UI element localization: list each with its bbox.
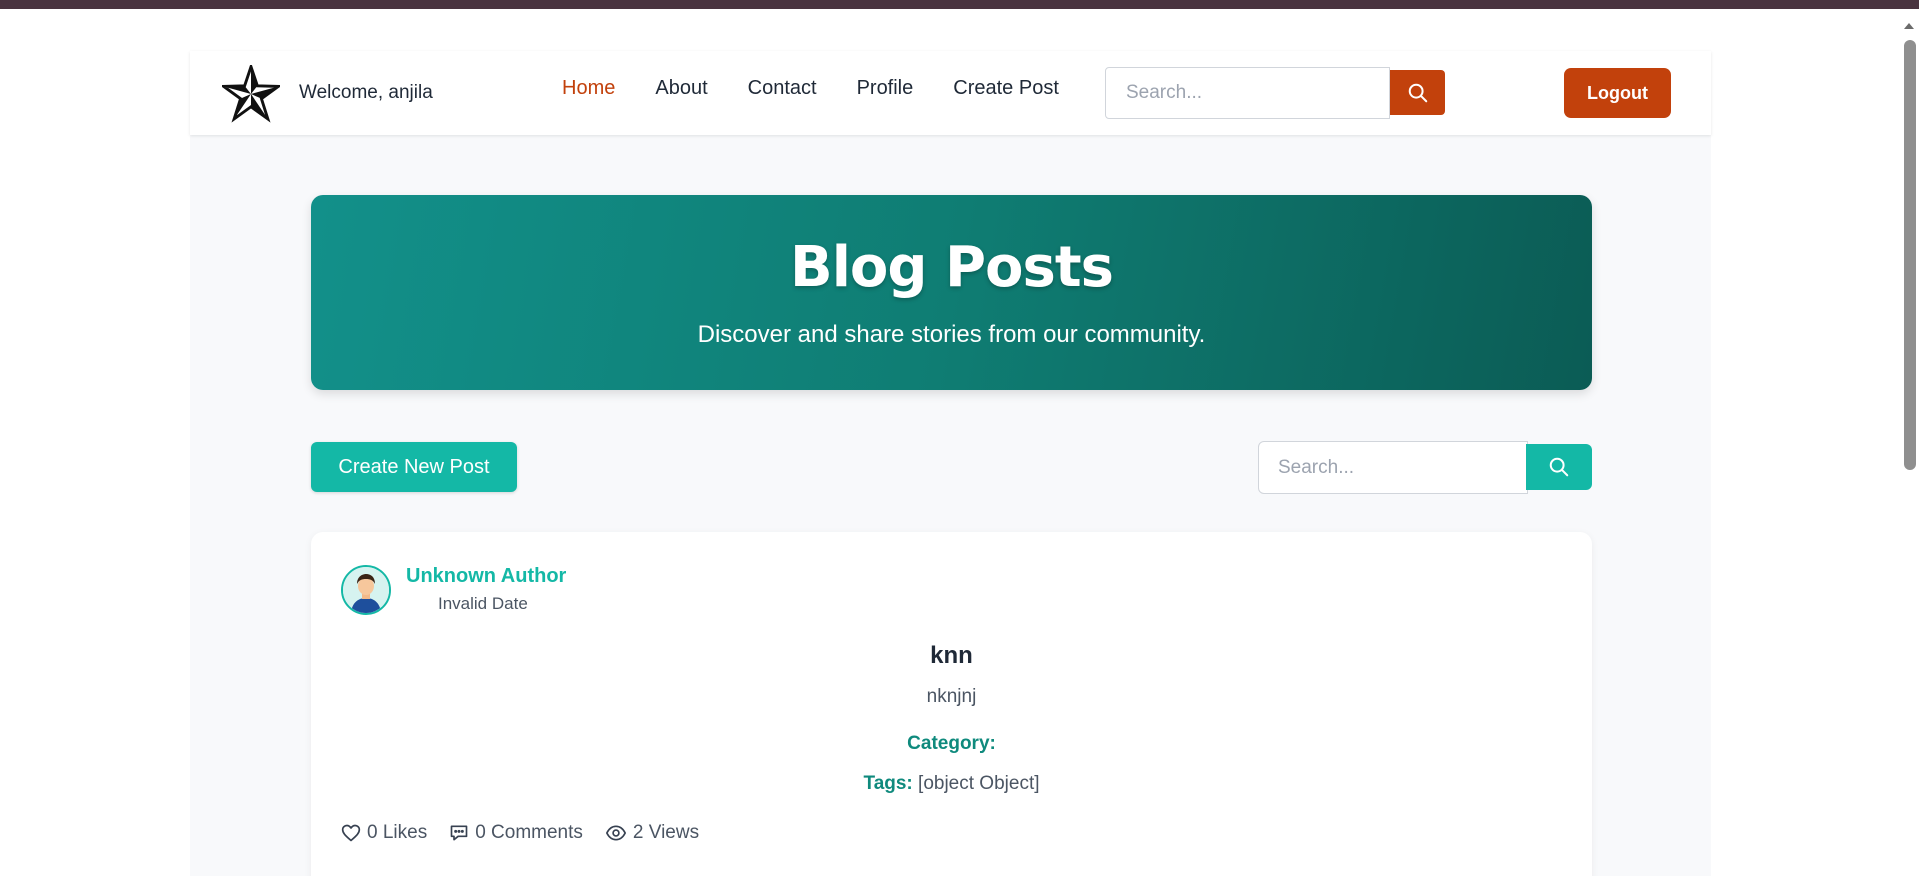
eye-icon [605, 825, 626, 841]
nav-search-button[interactable] [1390, 70, 1445, 115]
views-indicator: 2 Views [605, 822, 699, 844]
nav-search-input[interactable] [1105, 67, 1390, 119]
nav-link-home[interactable]: Home [562, 73, 615, 103]
hero-title: Blog Posts [790, 235, 1114, 300]
logout-button[interactable]: Logout [1564, 68, 1671, 118]
views-count: 2 Views [632, 822, 700, 843]
post-content: nknjnj [926, 686, 977, 707]
comments-count: 0 Comments [475, 822, 583, 843]
nav-link-about[interactable]: About [655, 73, 707, 103]
page: Welcome, anjila Home About Contact Profi… [190, 51, 1711, 876]
search-icon [1408, 83, 1427, 102]
post-tags: Tags: [object Object] [311, 773, 1592, 795]
create-new-post-button[interactable]: Create New Post [311, 442, 517, 492]
like-button[interactable]: 0 Likes [341, 822, 427, 844]
hero-subtitle: Discover and share stories from our comm… [697, 321, 1206, 348]
comments-button[interactable]: 0 Comments [449, 822, 583, 844]
heart-icon [341, 824, 361, 842]
navbar: Welcome, anjila Home About Contact Profi… [190, 51, 1711, 135]
post-category: Category: [311, 733, 1592, 755]
nav-link-profile[interactable]: Profile [857, 73, 914, 103]
nav-link-contact[interactable]: Contact [748, 73, 817, 103]
comment-icon [450, 825, 468, 841]
post-card: Unknown Author Invalid Date knn nknjnj C… [311, 532, 1592, 876]
tags-value: [object Object] [918, 773, 1040, 794]
user-avatar-icon [343, 567, 389, 613]
welcome-text: Welcome, anjila [299, 82, 433, 103]
likes-count: 0 Likes [367, 822, 428, 843]
scroll-up-arrow-icon[interactable] [1904, 23, 1914, 29]
star-icon[interactable] [222, 65, 280, 123]
hero-banner: Blog Posts Discover and share stories fr… [311, 195, 1592, 390]
category-label: Category: [907, 733, 996, 754]
avatar[interactable] [341, 565, 391, 615]
browser-top-strip [0, 0, 1919, 9]
post-author[interactable]: Unknown Author [406, 565, 566, 588]
scroll-thumb[interactable] [1904, 40, 1916, 470]
post-search-input[interactable] [1258, 441, 1528, 494]
post-stats: 0 Likes 0 Comments 2 Views [341, 822, 721, 844]
post-search-button[interactable] [1526, 444, 1592, 490]
post-date: Invalid Date [438, 594, 528, 613]
nav-link-create-post[interactable]: Create Post [953, 73, 1059, 103]
scrollbar[interactable] [1900, 9, 1919, 876]
nav-links: Home About Contact Profile Create Post [562, 73, 1099, 103]
post-title[interactable]: knn [311, 642, 1592, 670]
tags-label: Tags: [863, 773, 913, 794]
search-icon [1549, 457, 1569, 477]
